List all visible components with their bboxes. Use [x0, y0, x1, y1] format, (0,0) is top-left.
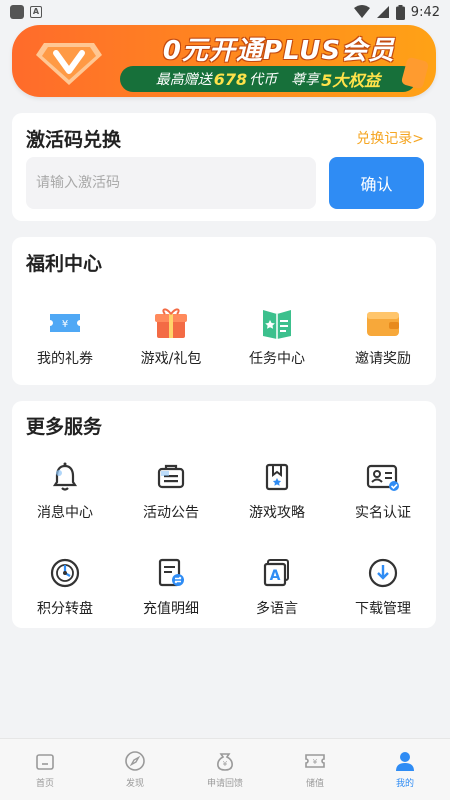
task-book-icon: [258, 304, 296, 342]
nav-item-stored-value[interactable]: ¥ 储值: [270, 739, 360, 800]
service-item-label: 游戏攻略: [249, 505, 305, 521]
status-time: 9:42: [410, 4, 440, 20]
banner-benefit-count: 5大权益: [321, 71, 381, 90]
banner-coin-unit: 代币: [249, 72, 278, 88]
a-notification-icon: A: [30, 6, 42, 18]
bottom-nav: 首页 发现 ¥ 申请回馈 ¥ 储值 我的: [0, 738, 450, 800]
gift-icon: [152, 304, 190, 342]
welfare-item-label: 任务中心: [249, 351, 305, 367]
service-item-points-wheel[interactable]: 积分转盘: [12, 554, 118, 618]
service-item-announcements[interactable]: 活动公告: [118, 458, 224, 522]
confirm-button[interactable]: 确认: [329, 157, 424, 209]
welfare-item-games-gifts[interactable]: 游戏/礼包: [118, 304, 224, 368]
service-item-label: 下载管理: [355, 601, 411, 617]
services-grid-row-2: 积分转盘 充值明细 A 多语言 下载管理: [12, 554, 436, 618]
welfare-grid: ¥ 我的礼券 游戏/礼包 任务中心 邀请奖励: [12, 304, 436, 368]
recharge-detail-icon: [152, 554, 190, 592]
svg-text:A: A: [270, 568, 281, 584]
nav-label: 申请回馈: [206, 779, 243, 789]
svg-text:¥: ¥: [223, 760, 228, 768]
money-bag-icon: ¥: [217, 753, 233, 771]
services-title: 更多服务: [26, 416, 103, 438]
wifi-icon: [353, 5, 370, 18]
redeem-title: 激活码兑换: [26, 129, 122, 151]
svg-text:¥: ¥: [313, 758, 318, 766]
service-item-label: 实名认证: [355, 505, 411, 521]
welfare-item-label: 游戏/礼包: [140, 351, 202, 367]
ticket-icon: ¥: [305, 754, 325, 768]
announcement-icon: [152, 458, 190, 496]
nav-label: 我的: [395, 779, 414, 789]
app-square-icon: [10, 5, 24, 19]
activation-code-input[interactable]: [26, 157, 316, 209]
service-item-label: 充值明细: [143, 601, 199, 617]
service-item-label: 消息中心: [37, 505, 93, 521]
bell-icon: [46, 458, 84, 496]
nav-item-discover[interactable]: 发现: [90, 739, 180, 800]
welfare-item-coupons[interactable]: ¥ 我的礼券: [12, 304, 118, 368]
banner-line-prefix: 最高赠送: [155, 72, 212, 88]
nav-label: 发现: [125, 779, 144, 789]
service-item-multi-language[interactable]: A 多语言: [224, 554, 330, 618]
welfare-item-label: 邀请奖励: [355, 351, 411, 367]
wheel-icon: [46, 554, 84, 592]
svg-text:¥: ¥: [62, 319, 68, 330]
compass-icon: [125, 751, 145, 771]
nav-item-feedback[interactable]: ¥ 申请回馈: [180, 739, 270, 800]
service-item-label: 积分转盘: [37, 601, 93, 617]
welfare-item-task-center[interactable]: 任务中心: [224, 304, 330, 368]
banner-coin-amount: 678: [213, 69, 248, 89]
signal-icon: [376, 6, 389, 18]
diamond-v-logo-icon: [36, 43, 102, 85]
coupon-icon: ¥: [46, 304, 84, 342]
service-item-game-guides[interactable]: 游戏攻略: [224, 458, 330, 522]
nav-label: 储值: [305, 779, 324, 789]
service-item-message-center[interactable]: 消息中心: [12, 458, 118, 522]
person-icon: [396, 752, 414, 771]
service-item-download-manager[interactable]: 下载管理: [330, 554, 436, 618]
welfare-item-invite-rewards[interactable]: 邀请奖励: [330, 304, 436, 368]
wallet-icon: [364, 304, 402, 342]
service-item-label: 活动公告: [143, 505, 199, 521]
services-grid-row-1: 消息中心 活动公告 游戏攻略 实名认证: [12, 458, 436, 522]
language-icon: A: [258, 554, 296, 592]
service-item-recharge-details[interactable]: 充值明细: [118, 554, 224, 618]
redeem-card: 激活码兑换 兑换记录> 确认: [12, 113, 436, 221]
service-item-label: 多语言: [256, 601, 298, 617]
welfare-item-label: 我的礼券: [37, 351, 93, 367]
nav-item-mine[interactable]: 我的: [360, 739, 450, 800]
service-item-real-name-verification[interactable]: 实名认证: [330, 458, 436, 522]
banner-line-mid: 尊享: [291, 72, 320, 88]
more-services-card: 更多服务 消息中心 活动公告 游戏攻略 实名认证 积分转盘 充值明细 A 多语言…: [12, 401, 436, 628]
banner-title: 0元开通PLUS会员: [162, 36, 396, 66]
battery-icon: [395, 4, 405, 20]
id-card-icon: [364, 458, 402, 496]
plus-membership-banner[interactable]: 0元开通PLUS会员 最高赠送 678 代币 尊享 5大权益: [12, 25, 436, 97]
banner-subtitle-pill: 最高赠送 678 代币 尊享 5大权益: [120, 66, 416, 92]
redeem-history-link[interactable]: 兑换记录>: [356, 128, 424, 148]
nav-label: 首页: [35, 779, 54, 789]
status-bar-right: 9:42: [353, 4, 440, 20]
welfare-center-card: 福利中心 ¥ 我的礼券 游戏/礼包 任务中心 邀请奖励: [12, 237, 436, 385]
nav-item-home[interactable]: 首页: [0, 739, 90, 800]
status-bar: A 9:42: [0, 0, 450, 24]
guide-book-icon: [258, 458, 296, 496]
download-icon: [364, 554, 402, 592]
home-icon: [36, 754, 54, 770]
welfare-title: 福利中心: [26, 253, 103, 275]
